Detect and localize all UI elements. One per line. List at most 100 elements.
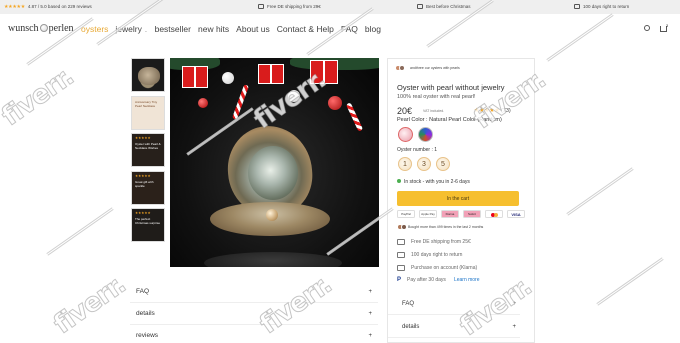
thumb-caption: Anniversary Tiny Pearl Necklace: [135, 100, 158, 108]
accordion-details[interactable]: details +: [130, 303, 378, 325]
christmas-notice-text: Best before Christmas: [426, 4, 471, 9]
return-box-icon: [397, 252, 405, 258]
main-nav: oysters jewelry ⌄ bestseller new hits Ab…: [81, 24, 381, 34]
stock-status-text: In stock - with you in 2-6 days: [404, 179, 470, 185]
oyster-number-option-3[interactable]: 3: [417, 157, 431, 171]
product-rating[interactable]: ★★★★★ (73): [474, 107, 511, 114]
pearl-color-label: Pearl Color : Natural Pearl Color (Rando…: [397, 117, 502, 123]
color-swatch-natural[interactable]: [398, 127, 413, 142]
viewing-notice: andthree our oysters with pearls: [410, 66, 460, 70]
bought-notice-text: Bought more than 499 times in the last 2…: [408, 225, 484, 229]
nav-contact-help[interactable]: Contact & Help: [277, 24, 334, 34]
ornament-ball: [288, 90, 300, 102]
product-main-image[interactable]: [170, 58, 379, 267]
gift-box: [258, 64, 284, 84]
candy-cane: [231, 84, 250, 120]
watermark: fiverr.: [48, 269, 132, 341]
candy-cane: [345, 102, 364, 132]
apple-pay-logo-icon: Apple Pay: [419, 210, 437, 218]
ornament-ball: [198, 98, 208, 108]
return-notice: 100 days right to return: [574, 0, 629, 14]
product-subtitle: 100% real oyster with real pearl!: [397, 94, 476, 100]
search-icon[interactable]: [644, 25, 650, 31]
pearl-logo-icon: [39, 24, 48, 32]
accordion-details-right[interactable]: details +: [388, 316, 520, 338]
feature-text: Pay after 30 days: [407, 277, 446, 283]
feature-free-shipping: Free DE shipping from 25€: [397, 239, 471, 245]
accordion-faq-right[interactable]: FAQ +: [388, 293, 520, 315]
gift-box: [310, 60, 338, 84]
nav-about-us[interactable]: About us: [236, 24, 270, 34]
thumb-caption: The perfect Christmas surprise: [135, 217, 161, 225]
cart-count-badge: 3: [666, 23, 669, 28]
gallery-thumb-2[interactable]: Anniversary Tiny Pearl Necklace: [131, 96, 165, 130]
oyster-number-label: Oyster number : 1: [397, 147, 438, 153]
watermark-line: [46, 207, 114, 256]
feature-text: Free DE shipping from 25€: [411, 239, 471, 245]
gallery-thumb-4[interactable]: ★★★★★ Great gift with sparkle: [131, 171, 165, 205]
plus-icon: +: [512, 301, 516, 307]
accordion-label: FAQ: [402, 301, 415, 307]
nav-bestseller[interactable]: bestseller: [155, 24, 191, 34]
christmas-notice: Best before Christmas: [417, 0, 471, 14]
pearl: [266, 209, 278, 221]
shipping-notice: Free DE shipping from 29€: [258, 0, 321, 14]
logo[interactable]: wunsch perlen: [8, 23, 74, 34]
ornament-ball: [328, 96, 342, 110]
visa-logo-icon: VISA: [507, 210, 525, 218]
site-header: wunsch perlen oysters jewelry ⌄ bestselle…: [0, 15, 680, 45]
accordion-label: FAQ: [136, 288, 150, 295]
return-notice-text: 100 days right to return: [583, 4, 630, 9]
feature-text: Purchase on account (Klarna): [411, 265, 478, 271]
logo-text-left: wunsch: [8, 23, 39, 34]
product-info-panel: andthree our oysters with pearls Oyster …: [387, 58, 535, 343]
plus-icon: +: [512, 324, 516, 330]
accordion-reviews[interactable]: reviews +: [130, 325, 378, 343]
nav-jewelry-label: jewelry: [115, 24, 142, 34]
oyster-shell-inner: [248, 146, 298, 200]
klarna-logo-icon: Klarna: [441, 210, 459, 218]
feature-pay-later: P Pay after 30 days Learn more: [397, 277, 480, 283]
rating-stars: ★★★★★: [474, 108, 500, 114]
display-pedestal-top: [204, 252, 342, 267]
gallery-thumb-1[interactable]: [131, 58, 165, 92]
shipping-notice-text: Free DE shipping from 29€: [267, 4, 321, 9]
ornament-ball: [222, 72, 234, 84]
bought-notice: Bought more than 499 times in the last 2…: [397, 224, 483, 230]
nav-jewelry[interactable]: jewelry ⌄: [115, 24, 147, 34]
color-swatch-multicolor[interactable]: [418, 127, 433, 142]
oyster-number-option-5[interactable]: 5: [436, 157, 450, 171]
rating-summary[interactable]: ★★★★★ 4.87 / 5.0 based on 229 reviews: [4, 0, 92, 14]
paypal-logo-icon: PayPal: [397, 210, 415, 218]
product-title: Oyster with pearl without jewelry: [397, 83, 505, 92]
feature-returns: 100 days right to return: [397, 252, 462, 258]
logo-text-right: perlen: [48, 23, 74, 34]
rating-summary-text: 4.87 / 5.0 based on 229 reviews: [27, 4, 92, 9]
nav-oysters[interactable]: oysters: [81, 24, 108, 34]
accordion-label: reviews: [136, 332, 159, 339]
nav-blog[interactable]: blog: [365, 24, 381, 34]
product-price: 20€: [397, 106, 413, 116]
thumb-caption: Oyster with Pearl & Necklace Wishes: [135, 142, 161, 150]
mastercard-logo-icon: [485, 210, 503, 218]
paypal-icon: P: [397, 277, 402, 283]
plus-icon: +: [368, 311, 372, 317]
watermark-line: [566, 167, 634, 216]
buyer-avatars: [397, 224, 407, 230]
watermark: fiverr.: [0, 61, 80, 133]
avatar: [399, 65, 405, 71]
add-to-cart-button[interactable]: In the cart: [397, 191, 519, 206]
nav-new-hits[interactable]: new hits: [198, 24, 229, 34]
oyster-number-option-1[interactable]: 1: [398, 157, 412, 171]
return-icon: [574, 4, 580, 9]
gift-box: [182, 66, 208, 88]
truck-icon: [397, 239, 405, 245]
gallery-thumb-5[interactable]: ★★★★★ The perfect Christmas surprise: [131, 208, 165, 242]
gallery-thumb-3[interactable]: ★★★★★ Oyster with Pearl & Necklace Wishes: [131, 133, 165, 167]
accordion-faq[interactable]: FAQ +: [130, 281, 378, 303]
nav-faq[interactable]: FAQ: [341, 24, 358, 34]
feature-text: 100 days right to return: [411, 252, 463, 258]
chevron-down-icon: ⌄: [144, 28, 148, 33]
learn-more-link[interactable]: Learn more: [454, 277, 480, 283]
stock-dot-icon: [397, 179, 401, 183]
